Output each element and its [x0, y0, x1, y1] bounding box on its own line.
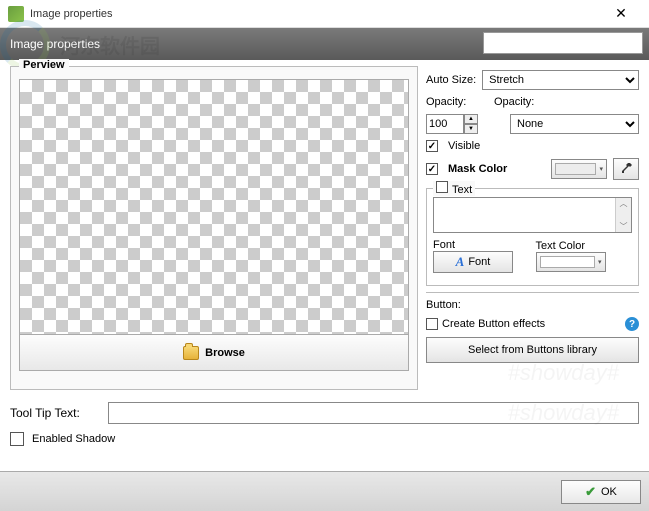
subheader: Image properties	[0, 28, 649, 60]
button-group-label: Button:	[426, 299, 461, 311]
text-scrollbar[interactable]: ︿﹀	[615, 198, 631, 232]
browse-label: Browse	[205, 347, 245, 359]
text-group: Text ︿﹀ Font A Font Text Color	[426, 188, 639, 286]
app-icon	[8, 6, 24, 22]
shadow-checkbox[interactable]	[10, 432, 24, 446]
eyedropper-icon	[619, 162, 633, 176]
text-textarea[interactable]: ︿﹀	[433, 197, 632, 233]
browse-button[interactable]: Browse	[19, 335, 409, 371]
check-icon: ✔	[585, 484, 596, 500]
autosize-label: Auto Size:	[426, 74, 476, 86]
shadow-label: Enabled Shadow	[32, 433, 115, 445]
titlebar: Image properties ✕	[0, 0, 649, 28]
eyedropper-button[interactable]	[613, 158, 639, 180]
font-icon: A	[456, 254, 465, 270]
font-label: Font	[433, 239, 530, 251]
preview-legend: Perview	[19, 59, 69, 71]
opacity-spinner[interactable]: ▲▼	[426, 114, 480, 134]
footer: ✔ OK	[0, 471, 649, 511]
divider	[426, 292, 639, 293]
visible-label: Visible	[448, 140, 480, 152]
textcolor-picker[interactable]: ▾	[536, 252, 606, 272]
close-button[interactable]: ✕	[601, 4, 641, 24]
create-effects-label: Create Button effects	[442, 318, 545, 330]
ok-button[interactable]: ✔ OK	[561, 480, 641, 504]
text-group-label: Text	[452, 184, 472, 196]
opacity2-label: Opacity:	[494, 96, 639, 108]
text-checkbox[interactable]	[436, 181, 448, 193]
opacity-input[interactable]	[426, 114, 464, 134]
maskcolor-checkbox[interactable]	[426, 163, 438, 175]
font-button-label: Font	[468, 256, 490, 268]
opacity-mode-select[interactable]: None	[510, 114, 639, 134]
maskcolor-label: Mask Color	[448, 163, 545, 175]
opacity1-label: Opacity:	[426, 96, 488, 108]
buttons-library-label: Select from Buttons library	[468, 344, 597, 356]
preview-group: Perview Browse	[10, 66, 418, 390]
visible-checkbox[interactable]	[426, 140, 438, 152]
tooltip-label: Tool Tip Text:	[10, 406, 100, 420]
create-effects-checkbox[interactable]	[426, 318, 438, 330]
buttons-library-button[interactable]: Select from Buttons library	[426, 337, 639, 363]
spin-down-icon[interactable]: ▼	[464, 124, 478, 134]
window-title: Image properties	[30, 8, 601, 20]
autosize-select[interactable]: Stretch	[482, 70, 639, 90]
header-search-input[interactable]	[483, 32, 643, 54]
tooltip-input[interactable]	[108, 402, 639, 424]
main-panel: Perview Browse Auto Size: Stretch Opacit…	[0, 60, 649, 448]
spin-up-icon[interactable]: ▲	[464, 114, 478, 124]
maskcolor-picker[interactable]: ▾	[551, 159, 607, 179]
properties-column: Auto Size: Stretch Opacity: Opacity: ▲▼ …	[426, 66, 639, 390]
font-button[interactable]: A Font	[433, 251, 513, 273]
folder-icon	[183, 346, 199, 360]
preview-canvas	[19, 79, 409, 335]
subheader-title: Image properties	[10, 37, 100, 51]
help-icon[interactable]: ?	[625, 317, 639, 331]
textcolor-label: Text Color	[536, 240, 633, 252]
ok-label: OK	[601, 486, 617, 498]
